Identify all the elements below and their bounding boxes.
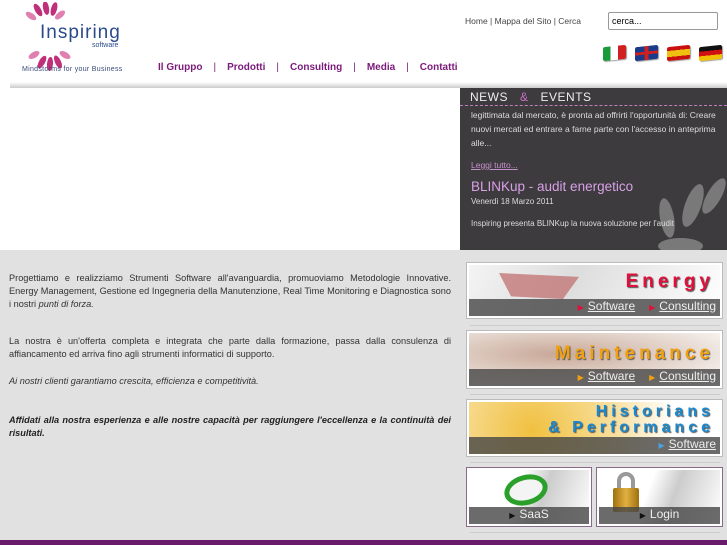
arrow-icon: ▶	[639, 511, 646, 520]
login-label: Login	[649, 507, 680, 521]
uk-flag-icon[interactable]	[635, 44, 658, 62]
nav-contatti[interactable]: Contatti	[420, 62, 458, 73]
german-flag-icon[interactable]	[699, 44, 722, 62]
historians-tile[interactable]: Historians & Performance ▶ Software	[467, 400, 722, 456]
energy-consulting-link[interactable]: Consulting	[659, 299, 716, 313]
login-tile[interactable]: ▶ Login	[597, 468, 722, 526]
news-divider	[460, 105, 727, 106]
nav-separator: |	[353, 62, 356, 73]
historians-software-link[interactable]: Software	[669, 437, 716, 451]
brand-name: Inspiring	[40, 22, 121, 43]
maintenance-tile[interactable]: Maintenance ▶ Software ▶ Consulting	[467, 331, 722, 388]
news-intro: Inspiring presenta BLINKup la nuova solu…	[471, 219, 674, 228]
paragraph: La nostra è un'offerta completa e integr…	[9, 336, 451, 359]
footer-bar	[0, 540, 727, 545]
nav-il-gruppo[interactable]: Il Gruppo	[158, 62, 202, 73]
saas-tile[interactable]: ▶ SaaS	[467, 468, 591, 526]
saas-bar: ▶ SaaS	[469, 507, 589, 524]
nav-media[interactable]: Media	[367, 62, 395, 73]
saas-label: SaaS	[519, 507, 549, 521]
energy-software-link[interactable]: Software	[588, 299, 635, 313]
maintenance-software-link[interactable]: Software	[588, 369, 635, 383]
search-input[interactable]	[608, 12, 718, 30]
intro-text: Progettiamo e realizziamo Strumenti Soft…	[9, 272, 451, 454]
nav-separator: |	[276, 62, 279, 73]
paragraph: Ai nostri clienti garantiamo crescita, e…	[9, 376, 259, 386]
divider	[470, 394, 720, 395]
nav-separator: |	[213, 62, 217, 73]
search-link[interactable]: Cerca	[558, 16, 581, 26]
arrow-icon: ▶	[577, 373, 584, 382]
petal-decoration-icon	[658, 238, 703, 250]
tagline: Mindstorms for your Business	[22, 66, 123, 73]
paragraph: Affidati alla nostra esperienza e alle n…	[9, 415, 451, 438]
news-headline[interactable]: BLINKup - audit energetico	[471, 179, 633, 194]
arrow-icon: ▶	[649, 303, 656, 312]
divider	[470, 462, 720, 463]
news-body: legittimata dal mercato, è pronta ad off…	[471, 110, 716, 148]
divider	[470, 325, 720, 326]
top-links: Home | Mappa del Sito | Cerca	[465, 16, 581, 26]
arrow-icon: ▶	[577, 303, 584, 312]
arrow-icon: ▶	[649, 373, 656, 382]
news-date: Venerdì 18 Marzo 2011	[471, 197, 554, 206]
paragraph: Progettiamo e realizziamo Strumenti Soft…	[9, 273, 451, 309]
historians-label: Historians & Performance	[548, 403, 714, 436]
sitemap-link[interactable]: Mappa del Sito	[495, 16, 552, 26]
energy-label: Energy	[625, 271, 714, 292]
divider	[470, 532, 720, 533]
language-flags	[603, 44, 722, 62]
maintenance-label: Maintenance	[554, 343, 714, 364]
brand-sub: software	[92, 42, 119, 49]
arrow-icon: ▶	[509, 511, 516, 520]
bowl-image	[499, 273, 579, 299]
nav-separator: |	[406, 62, 409, 73]
nav-prodotti[interactable]: Prodotti	[227, 62, 265, 73]
maintenance-consulting-link[interactable]: Consulting	[659, 369, 716, 383]
news-events-panel: NEWS & EVENTS legittimata dal mercato, è p…	[460, 88, 727, 250]
login-bar: ▶ Login	[599, 507, 720, 524]
spanish-flag-icon[interactable]	[667, 44, 690, 62]
petal-decoration-icon	[656, 197, 678, 239]
read-more-link[interactable]: Leggi tutto...	[471, 160, 518, 170]
nav-consulting[interactable]: Consulting	[290, 62, 342, 73]
hero-banner	[0, 88, 460, 250]
energy-links: ▶ Software ▶ Consulting	[469, 299, 720, 316]
historians-links: ▶ Software	[469, 437, 720, 454]
mouse-icon	[500, 470, 552, 511]
energy-tile[interactable]: Energy ▶ Software ▶ Consulting	[467, 263, 722, 318]
maintenance-links: ▶ Software ▶ Consulting	[469, 369, 720, 386]
news-title: NEWS & EVENTS	[470, 90, 592, 104]
italian-flag-icon[interactable]	[603, 44, 626, 62]
main-nav: Il Gruppo | Prodotti | Consulting | Media | …	[158, 62, 458, 73]
arrow-icon: ▶	[658, 441, 665, 450]
home-link[interactable]: Home	[465, 16, 488, 26]
